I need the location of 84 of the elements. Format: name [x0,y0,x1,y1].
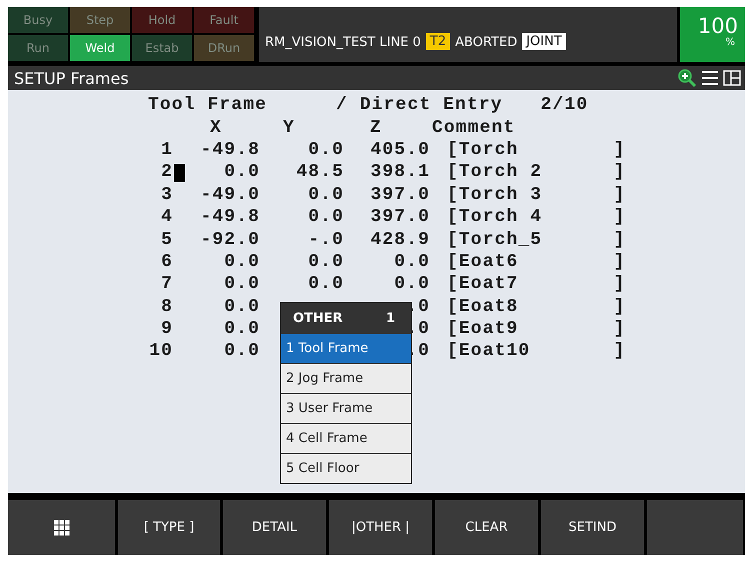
status-lamp: Fault [194,7,254,33]
status-lamp: Run [8,35,68,61]
table-cell: 0.0 [308,274,344,294]
status-lamp: Step [70,7,130,33]
menu-icon[interactable] [701,70,719,86]
table-cell-text: [Torch_5 ] [446,230,626,250]
menu-item[interactable]: 1 Tool Frame [281,333,411,363]
menu-item[interactable]: 3 User Frame [281,393,411,423]
split-view-icon[interactable] [723,70,741,86]
position-indicator: 2/10 [540,95,588,116]
table-cell-text: [Eoat8 ] [446,296,626,317]
program-status: RM_VISION_TEST LINE 0 [265,35,421,50]
status-lamp: DRun [194,35,254,61]
table-cell-text: [Eoat10 ] [446,341,626,362]
zoom-in-icon[interactable] [677,68,697,88]
table-cell-text: [Torch ] [446,140,626,160]
table-cell: 0.0 [224,319,260,340]
table-cell: 0.0 [394,274,430,294]
column-header: Z [369,118,382,138]
table-cell: -92.0 [200,230,260,250]
function-key[interactable]: |OTHER | [329,500,432,555]
menu-item[interactable]: 2 Jog Frame [281,363,411,393]
function-key[interactable]: SETIND [541,500,644,555]
table-cell: 428.9 [370,230,430,250]
table-cell-text: [Eoat6 ] [446,252,626,272]
status-lamp: Hold [132,7,192,33]
menu-button[interactable] [8,500,115,555]
override-unit: % [725,37,736,48]
function-key[interactable]: DETAIL [223,500,326,555]
table-cell: 0.0 [224,274,260,294]
row-number: 5 [160,230,173,250]
popup-title: OTHER [293,310,343,326]
table-cell-text: [Eoat9 ] [446,319,626,340]
table-cell: 397.0 [370,184,430,205]
table-cell-text: [Torch 2 ] [446,162,626,182]
table-cell: 48.5 [296,162,344,182]
row-number: 1 [160,140,173,160]
row-number: 4 [160,207,173,228]
function-key[interactable]: [ TYPE ] [118,500,220,555]
table-cell: 0.0 [394,252,430,272]
entry-method: / Direct Entry [336,95,503,116]
grid-icon [54,520,70,536]
row-number: 8 [160,296,173,317]
table-cell: 398.1 [370,162,430,182]
row-number: 6 [160,252,173,272]
table-cell: 0.0 [224,341,260,362]
table-cell: -49.0 [200,184,260,205]
table-cell: 0.0 [308,207,344,228]
table-cell: 0.0 [308,252,344,272]
table-cell: 0.0 [224,296,260,317]
menu-item[interactable]: 4 Cell Frame [281,423,411,453]
coord-badge: JOINT [522,33,566,50]
override-panel[interactable]: 100 % [680,7,745,62]
table-cell-text: [Eoat7 ] [446,274,626,294]
table-cell: 0.0 [224,252,260,272]
row-number: 7 [160,274,173,294]
column-header: X [209,118,222,138]
table-cell-text: [Torch 3 ] [446,184,626,205]
row-number: 2 [148,162,173,182]
table-cell-text: [Torch 4 ] [446,207,626,228]
frame-type: Tool Frame [148,95,268,116]
function-key[interactable]: CLEAR [435,500,538,555]
table-cell: 0.0 [308,140,344,160]
status-lamp: Weld [70,35,130,61]
row-number: 3 [160,184,173,205]
menu-item[interactable]: 5 Cell Floor [281,453,411,483]
table-cell: 405.0 [370,140,430,160]
status-lamp: Busy [8,7,68,33]
column-header: Y [282,118,295,138]
table-cell: 397.0 [370,207,430,228]
table-cell: 0.0 [224,162,260,182]
mode-badge: T2 [426,33,450,50]
status-lamp: Estab [132,35,192,61]
row-number: 9 [160,319,173,340]
table-cell: -49.8 [200,207,260,228]
row-number: 10 [148,341,173,362]
column-header: Comment [431,118,516,138]
table-cell: -.0 [308,230,344,250]
popup-page: 1 [386,310,395,326]
table-cell: 0.0 [308,184,344,205]
screen-title: SETUP Frames [14,68,130,88]
override-value: 100 [698,15,738,37]
program-state: ABORTED [455,35,518,50]
table-cell: -49.8 [200,140,260,160]
